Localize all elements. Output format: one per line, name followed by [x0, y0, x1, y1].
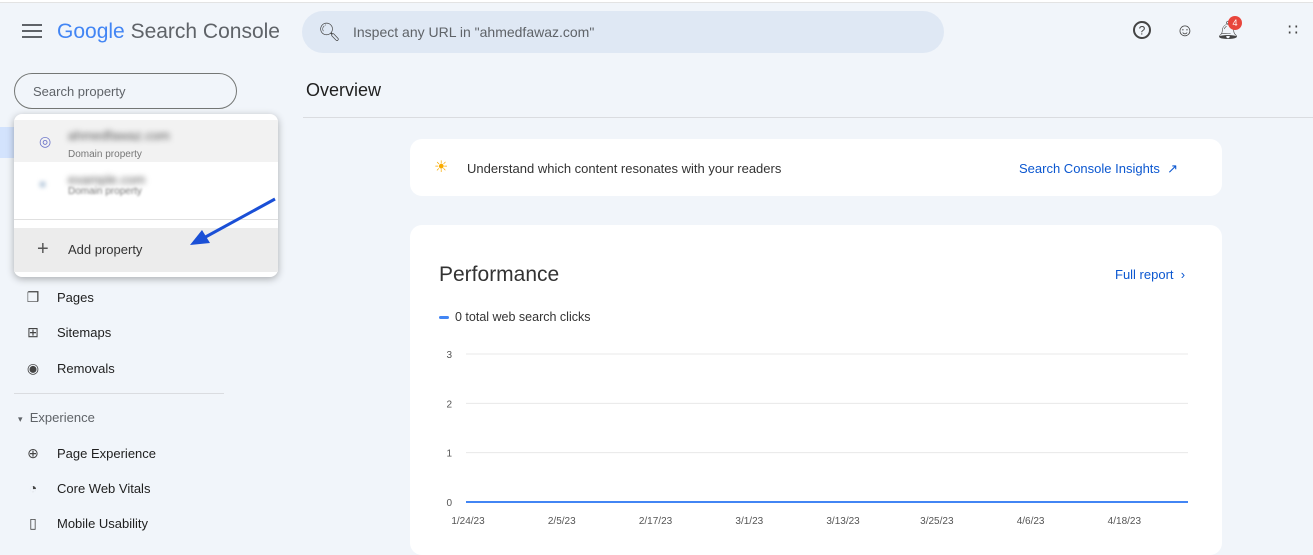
x-tick-label: 3/25/23 — [920, 516, 954, 527]
svg-text:?: ? — [1139, 24, 1146, 38]
property-name: ahmedfawaz.com — [68, 128, 170, 143]
sidebar-item-removals[interactable]: ◉ Removals — [25, 360, 115, 377]
insights-link[interactable]: Search Console Insights ↗ — [1019, 161, 1178, 177]
property-type: Domain property — [68, 149, 142, 160]
chevron-right-icon: › — [1180, 267, 1186, 282]
performance-title: Performance — [439, 263, 560, 286]
notification-badge: 4 — [1228, 16, 1242, 30]
nav-label: Removals — [57, 361, 115, 376]
apps-grid-icon[interactable]: ∷ — [1281, 20, 1305, 44]
y-tick-label: 1 — [446, 449, 452, 460]
add-property-label: Add property — [68, 242, 143, 257]
y-tick-label: 2 — [446, 399, 452, 410]
lightbulb-icon: ☀ — [434, 159, 449, 176]
phone-icon: ▯ — [29, 515, 37, 531]
insights-card: ☀ Understand which content resonates wit… — [410, 139, 1222, 196]
x-tick-label: 2/17/23 — [639, 516, 673, 527]
x-tick-label: 2/5/23 — [548, 516, 576, 527]
insight-text: Understand which content resonates with … — [467, 161, 782, 176]
property-type: Domain property — [68, 186, 142, 197]
nav-label: Sitemaps — [57, 325, 112, 340]
property-option[interactable]: ◎ ahmedfawaz.com Domain property — [14, 120, 278, 162]
y-tick-label: 0 — [446, 498, 452, 509]
nav-label: Mobile Usability — [57, 516, 149, 531]
gauge-icon: ◔ — [28, 480, 38, 496]
x-tick-label: 4/6/23 — [1017, 516, 1045, 527]
legend-label: 0 total web search clicks — [455, 310, 591, 324]
eye-off-icon: ◉ — [26, 360, 40, 376]
x-tick-label: 4/18/23 — [1108, 516, 1142, 527]
url-inspect-search[interactable]: 🔍︎ Inspect any URL in "ahmedfawaz.com" — [302, 11, 944, 53]
page-title: Overview — [306, 80, 382, 100]
x-tick-label: 1/24/23 — [451, 516, 485, 527]
nav-label: Pages — [57, 290, 94, 305]
menu-icon[interactable] — [22, 24, 42, 40]
y-tick-label: 3 — [446, 350, 452, 361]
performance-card: Performance Full report › 0 total web se… — [410, 225, 1222, 555]
performance-chart: 0 1 2 3 1/24/23 2/5/23 2/17/23 3/1/23 3/13/23 3/2… — [446, 350, 1188, 527]
selected-nav-indicator — [0, 127, 14, 158]
window-top-border — [0, 0, 1313, 3]
full-report-link[interactable]: Full report › — [1115, 267, 1185, 282]
sidebar-item-core-web-vitals[interactable]: ◔ Core Web Vitals — [25, 480, 151, 496]
x-tick-label: 3/13/23 — [826, 516, 860, 527]
help-icon[interactable]: ? — [1130, 20, 1154, 44]
nav-label: Core Web Vitals — [57, 480, 151, 496]
annotation-arrow — [190, 197, 276, 245]
sidebar-item-mobile-usability[interactable]: ▯ Mobile Usability — [25, 515, 148, 532]
plus-icon: + — [37, 238, 49, 260]
external-link-icon: ↗ — [1167, 161, 1179, 176]
divider — [303, 117, 1313, 118]
sidebar-item-pages[interactable]: ❐ Pages — [25, 289, 94, 306]
nav-label: Page Experience — [57, 446, 157, 461]
logo[interactable]: Google Search Console — [57, 20, 280, 44]
globe-icon: ◎ — [39, 133, 52, 149]
sidebar-item-page-experience[interactable]: ⊕ Page Experience — [25, 445, 156, 462]
search-icon: 🔍︎ — [318, 22, 341, 42]
property-name: example.com — [68, 172, 146, 187]
user-settings-icon[interactable]: ☺ — [1173, 20, 1197, 44]
x-tick-label: 3/1/23 — [735, 516, 763, 527]
pages-icon: ❐ — [26, 289, 40, 305]
search-property-input[interactable]: Search property — [14, 73, 237, 109]
search-placeholder: Inspect any URL in "ahmedfawaz.com" — [353, 24, 595, 40]
section-experience[interactable]: ▾ Experience — [18, 410, 95, 425]
legend-swatch — [439, 316, 449, 319]
plus-circle-icon: ⊕ — [27, 445, 39, 461]
sitemap-icon: ⊞ — [27, 324, 39, 340]
sidebar-item-sitemaps[interactable]: ⊞ Sitemaps — [25, 324, 111, 341]
divider — [14, 393, 224, 394]
globe-icon: ■ — [39, 177, 47, 191]
